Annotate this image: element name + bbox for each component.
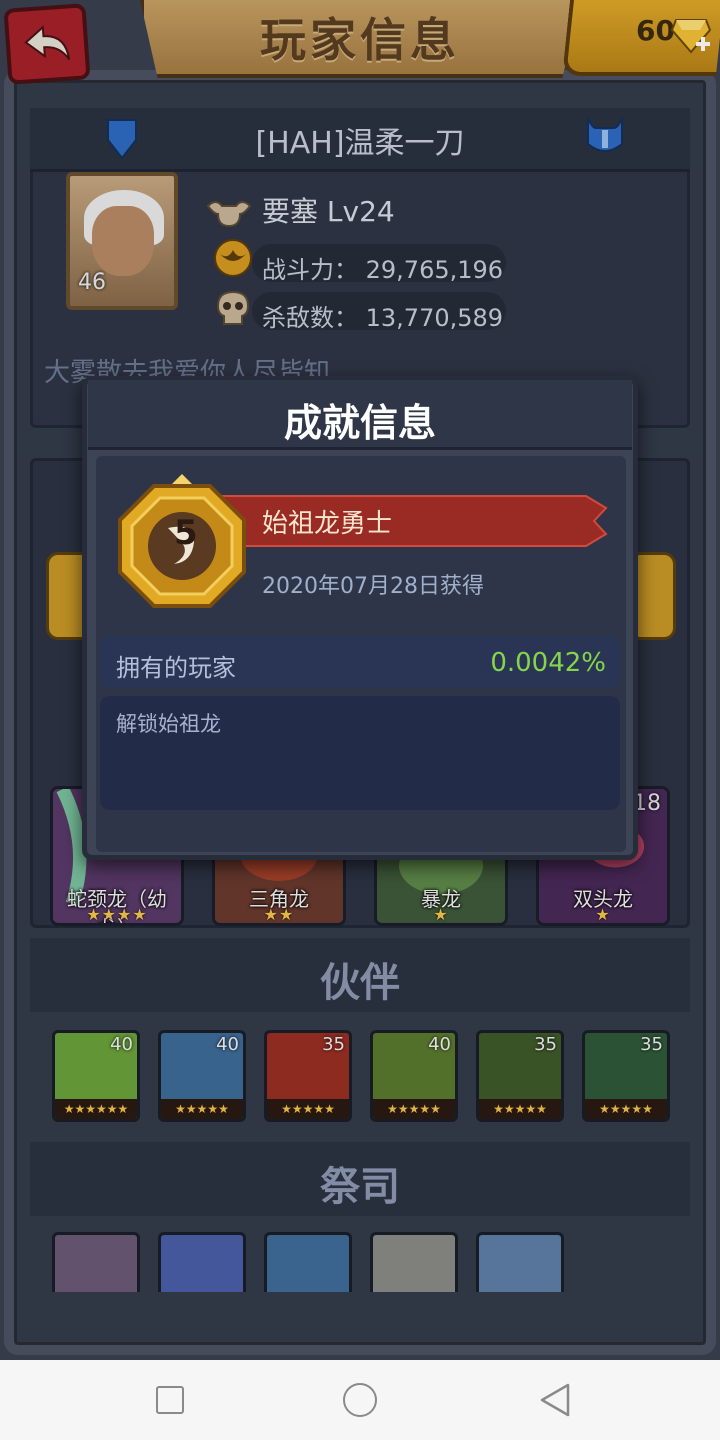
- achievement-description: 解锁始祖龙: [116, 712, 221, 736]
- square-recent-apps-icon[interactable]: [156, 1386, 184, 1414]
- achievement-date: 2020年07月28日获得: [262, 574, 484, 599]
- circle-home-icon[interactable]: [343, 1383, 377, 1417]
- game-screen: 玩家信息 60 [HAH]温柔一刀 46 要塞 Lv24 战斗力： 29,765…: [0, 0, 720, 1360]
- dialog-title: 成就信息: [283, 401, 436, 445]
- achievement-name: 始祖龙勇士: [262, 509, 393, 539]
- owners-label: 拥有的玩家: [116, 654, 236, 682]
- triangle-back-icon[interactable]: [538, 1382, 572, 1418]
- owners-value: 0.0042%: [490, 648, 606, 678]
- gold-dragon-medal-icon: 5: [118, 474, 246, 608]
- svg-text:5: 5: [174, 513, 198, 553]
